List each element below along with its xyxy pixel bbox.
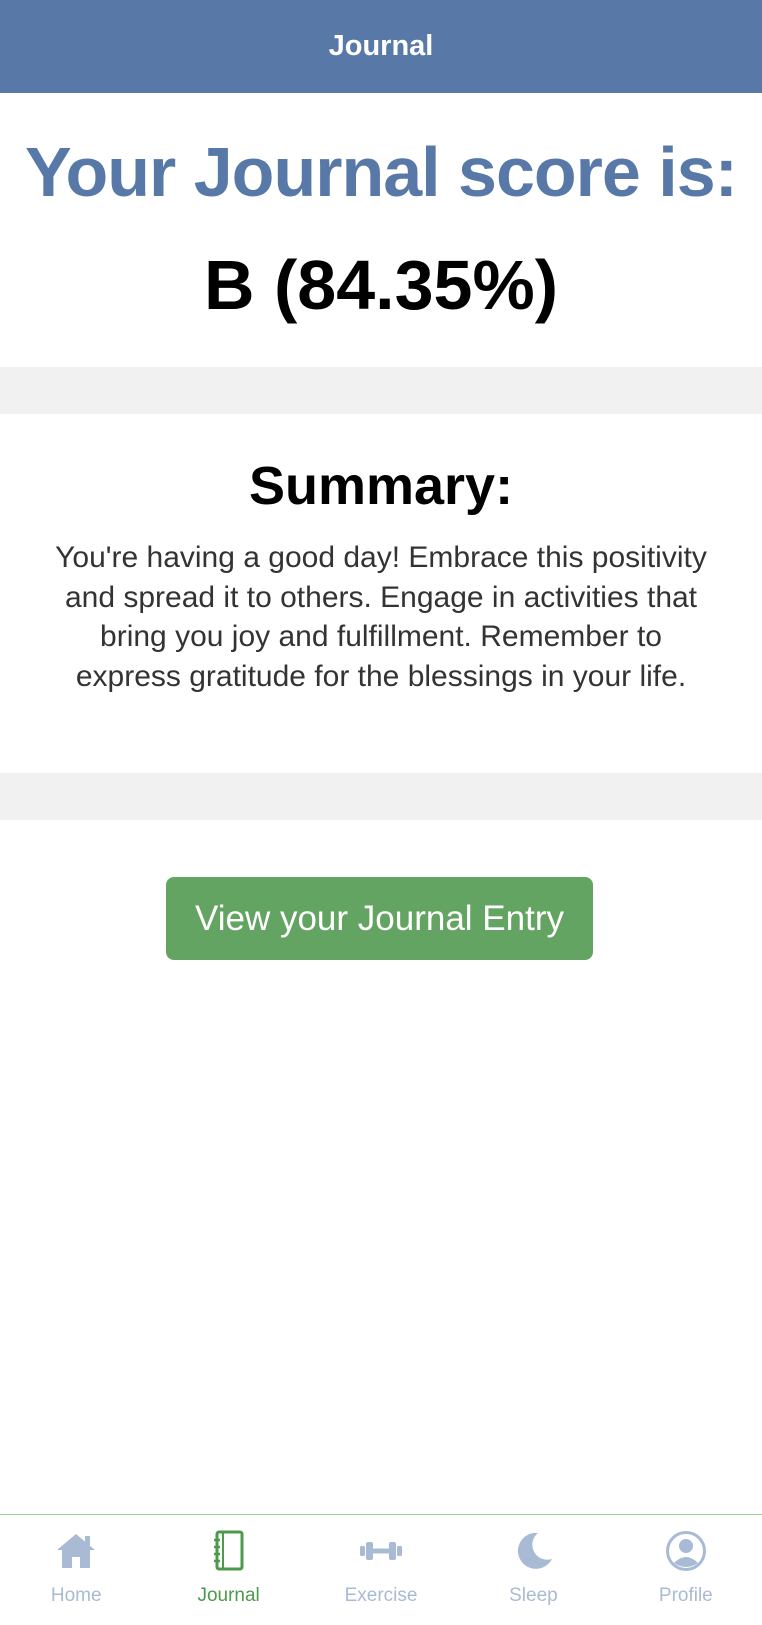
summary-text: You're having a good day! Embrace this p… [55, 541, 707, 693]
tab-sleep[interactable]: Sleep [457, 1515, 609, 1625]
bottom-tab-bar: Home Journal Exercise Sleep Profile [0, 1514, 762, 1625]
header-title: Journal [328, 30, 434, 62]
section-divider [0, 367, 762, 414]
tab-label: Home [50, 1585, 102, 1606]
score-heading: Your Journal score is: [25, 133, 738, 211]
home-icon [57, 1534, 96, 1568]
tab-label: Exercise [344, 1585, 418, 1606]
dumbbell-icon [360, 1542, 403, 1560]
view-journal-entry-button[interactable]: View your Journal Entry [166, 877, 593, 960]
tab-profile[interactable]: Profile [610, 1515, 762, 1625]
tab-home[interactable]: Home [0, 1515, 152, 1625]
tab-label: Profile [658, 1585, 713, 1606]
journal-icon [213, 1530, 244, 1571]
moon-icon [518, 1532, 553, 1569]
tab-exercise[interactable]: Exercise [305, 1515, 457, 1625]
profile-icon [665, 1531, 706, 1571]
section-divider [0, 773, 762, 820]
score-value: B (84.35%) [203, 246, 559, 324]
tab-label: Sleep [509, 1585, 558, 1606]
app-header: Journal [0, 0, 762, 93]
tab-journal[interactable]: Journal [152, 1515, 304, 1625]
summary-heading: Summary: [248, 456, 514, 516]
tab-label: Journal [197, 1585, 260, 1606]
